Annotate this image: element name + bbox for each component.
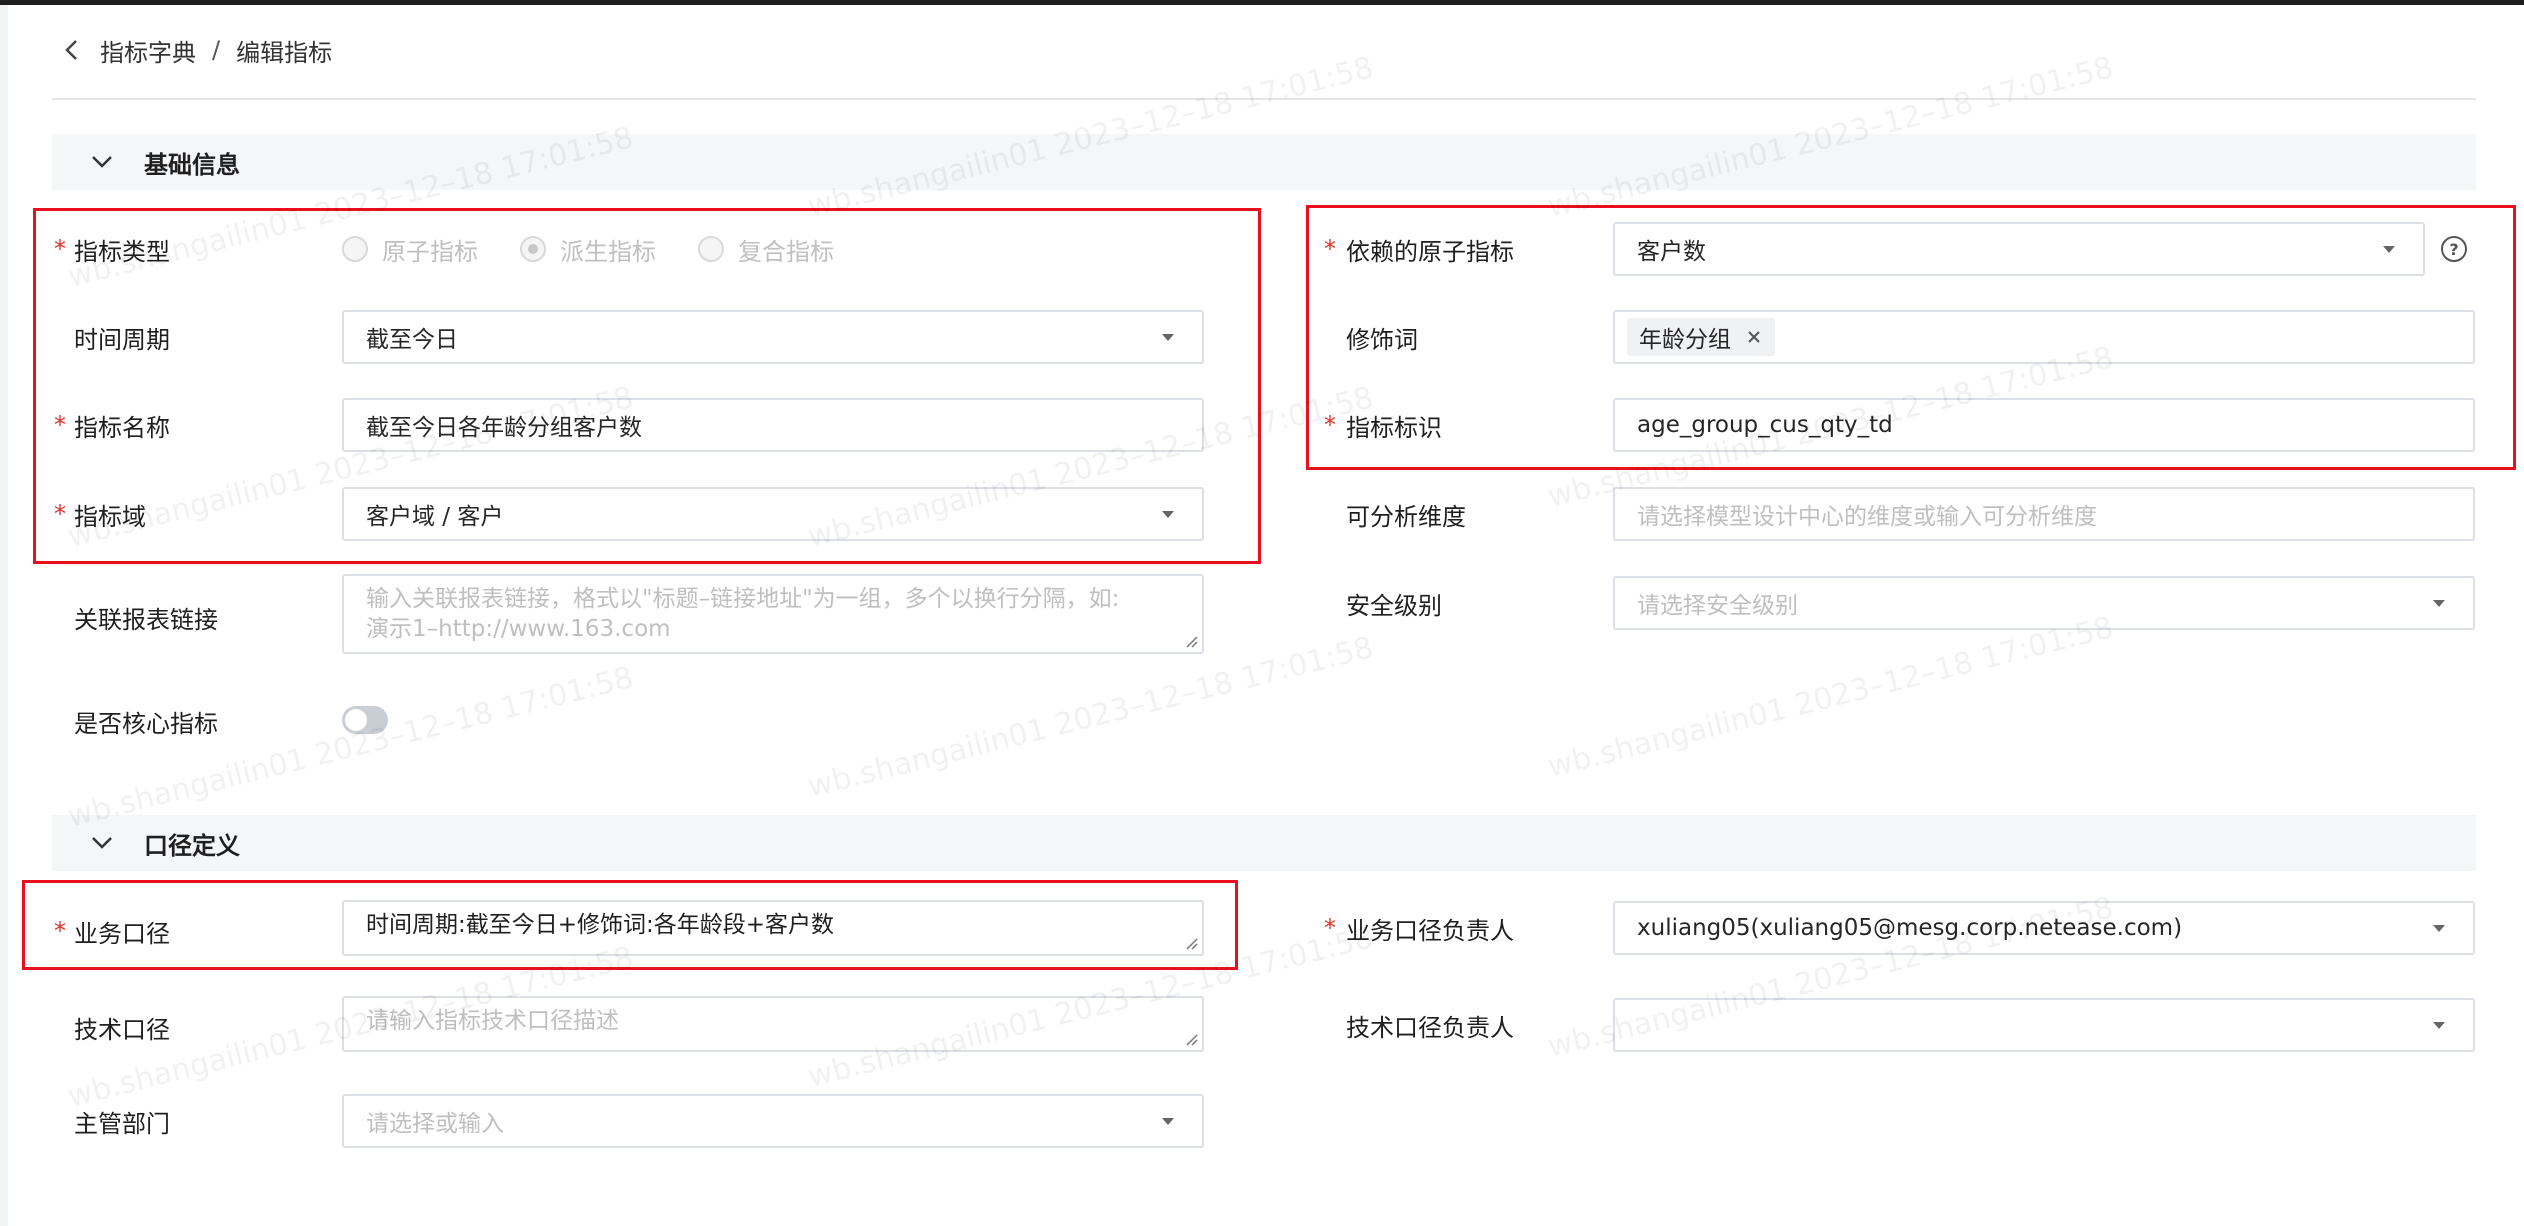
radio-label: 派生指标: [560, 237, 656, 266]
metric-id-input[interactable]: age_group_cus_qty_td: [1613, 398, 2475, 452]
caret-down-icon: [2427, 916, 2451, 940]
report-link-placeholder-line2: 演示1–http://www.163.com: [366, 616, 671, 642]
technical-caliber-textarea[interactable]: 请输入指标技术口径描述: [342, 996, 1204, 1052]
caret-down-icon: [2427, 1013, 2451, 1037]
watermark: wb.shangailin01 2023–12–18 17:01:58: [804, 630, 1377, 805]
dimensions-input[interactable]: 请选择模型设计中心的维度或输入可分析维度: [1613, 487, 2475, 541]
modifier-tag: 年龄分组: [1627, 318, 1775, 356]
caret-down-icon: [2427, 591, 2451, 615]
section-title: 基础信息: [144, 150, 240, 179]
required-mark: *: [54, 235, 66, 263]
required-mark: *: [54, 917, 66, 945]
radio-selected-icon: [520, 236, 546, 262]
atomic-metric-select[interactable]: 客户数: [1613, 222, 2425, 276]
watermark: wb.shangailin01 2023–12–18 17:01:58: [1544, 610, 2117, 785]
breadcrumb-parent[interactable]: 指标字典: [100, 33, 196, 68]
resize-handle-icon[interactable]: [1184, 634, 1198, 648]
required-mark: *: [1324, 411, 1336, 439]
close-icon[interactable]: [1745, 328, 1763, 346]
metric-domain-select[interactable]: 客户域 / 客户: [342, 487, 1204, 541]
business-owner-value: xuliang05(xuliang05@mesg.corp.netease.co…: [1637, 915, 2183, 941]
section-basic-info[interactable]: 基础信息: [52, 134, 2476, 190]
business-caliber-label: 业务口径: [74, 919, 170, 948]
technical-owner-select[interactable]: [1613, 998, 2475, 1052]
core-metric-switch[interactable]: [342, 706, 388, 734]
security-placeholder: 请选择安全级别: [1637, 593, 1798, 619]
modifier-tag-text: 年龄分组: [1639, 327, 1731, 353]
security-select[interactable]: 请选择安全级别: [1613, 576, 2475, 630]
switch-knob: [345, 709, 367, 731]
business-caliber-textarea[interactable]: 时间周期:截至今日+修饰词:各年龄段+客户数: [342, 900, 1204, 956]
metric-name-value: 截至今日各年龄分组客户数: [366, 415, 642, 441]
report-link-textarea[interactable]: 输入关联报表链接，格式以"标题–链接地址"为一组，多个以换行分隔，如: 演示1–…: [342, 574, 1204, 654]
required-mark: *: [54, 500, 66, 528]
business-caliber-value: 时间周期:截至今日+修饰词:各年龄段+客户数: [366, 912, 835, 938]
time-period-value: 截至今日: [366, 327, 458, 353]
radio-composite[interactable]: 复合指标: [698, 232, 834, 267]
atomic-metric-label: 依赖的原子指标: [1346, 237, 1514, 266]
radio-label: 原子指标: [382, 237, 478, 266]
security-label: 安全级别: [1346, 591, 1442, 620]
chevron-down-icon[interactable]: [82, 142, 122, 182]
metric-id-value: age_group_cus_qty_td: [1637, 412, 1893, 438]
radio-label: 复合指标: [738, 237, 834, 266]
caret-down-icon: [1156, 325, 1180, 349]
header-divider: [52, 98, 2476, 100]
atomic-metric-value: 客户数: [1637, 239, 1706, 265]
modifier-label: 修饰词: [1346, 325, 1418, 354]
department-placeholder: 请选择或输入: [366, 1111, 504, 1137]
report-link-label: 关联报表链接: [74, 605, 218, 634]
resize-handle-icon[interactable]: [1184, 936, 1198, 950]
dimensions-placeholder: 请选择模型设计中心的维度或输入可分析维度: [1637, 504, 2097, 530]
radio-circle-icon: [342, 236, 368, 262]
required-mark: *: [1324, 235, 1336, 263]
help-question-icon[interactable]: ?: [2441, 236, 2467, 262]
resize-handle-icon[interactable]: [1184, 1032, 1198, 1046]
breadcrumb-separator: /: [212, 36, 221, 64]
metric-type-radio-group[interactable]: 原子指标 派生指标 复合指标: [342, 222, 876, 276]
section-caliber-definition[interactable]: 口径定义: [52, 815, 2476, 871]
caret-down-icon: [1156, 1109, 1180, 1133]
technical-caliber-placeholder: 请输入指标技术口径描述: [366, 1008, 619, 1034]
chevron-down-icon[interactable]: [82, 823, 122, 863]
department-select[interactable]: 请选择或输入: [342, 1094, 1204, 1148]
radio-derived[interactable]: 派生指标: [520, 232, 656, 267]
time-period-select[interactable]: 截至今日: [342, 310, 1204, 364]
back-chevron-icon[interactable]: [52, 30, 92, 70]
left-edge: [0, 5, 8, 1226]
dimensions-label: 可分析维度: [1346, 502, 1466, 531]
department-label: 主管部门: [74, 1109, 170, 1138]
section-title: 口径定义: [144, 831, 240, 860]
metric-name-label: 指标名称: [74, 413, 170, 442]
modifier-select[interactable]: 年龄分组: [1613, 310, 2475, 364]
metric-domain-label: 指标域: [74, 502, 146, 531]
caret-down-icon: [1156, 502, 1180, 526]
breadcrumb: 指标字典 / 编辑指标: [52, 30, 332, 70]
breadcrumb-current: 编辑指标: [236, 38, 333, 67]
core-metric-label: 是否核心指标: [74, 709, 218, 738]
metric-id-label: 指标标识: [1346, 413, 1442, 442]
radio-atomic[interactable]: 原子指标: [342, 232, 478, 267]
metric-domain-value: 客户域 / 客户: [366, 504, 504, 530]
business-owner-select[interactable]: xuliang05(xuliang05@mesg.corp.netease.co…: [1613, 901, 2475, 955]
technical-owner-label: 技术口径负责人: [1346, 1013, 1514, 1042]
top-bar: [0, 0, 2524, 5]
required-mark: *: [54, 411, 66, 439]
radio-circle-icon: [698, 236, 724, 262]
metric-type-label: 指标类型: [74, 237, 170, 266]
business-owner-label: 业务口径负责人: [1346, 916, 1514, 945]
technical-caliber-label: 技术口径: [74, 1015, 170, 1044]
required-mark: *: [1324, 914, 1336, 942]
caret-down-icon: [2377, 237, 2401, 261]
metric-name-input[interactable]: 截至今日各年龄分组客户数: [342, 398, 1204, 452]
report-link-placeholder-line1: 输入关联报表链接，格式以"标题–链接地址"为一组，多个以换行分隔，如:: [366, 586, 1120, 612]
time-period-label: 时间周期: [74, 325, 170, 354]
